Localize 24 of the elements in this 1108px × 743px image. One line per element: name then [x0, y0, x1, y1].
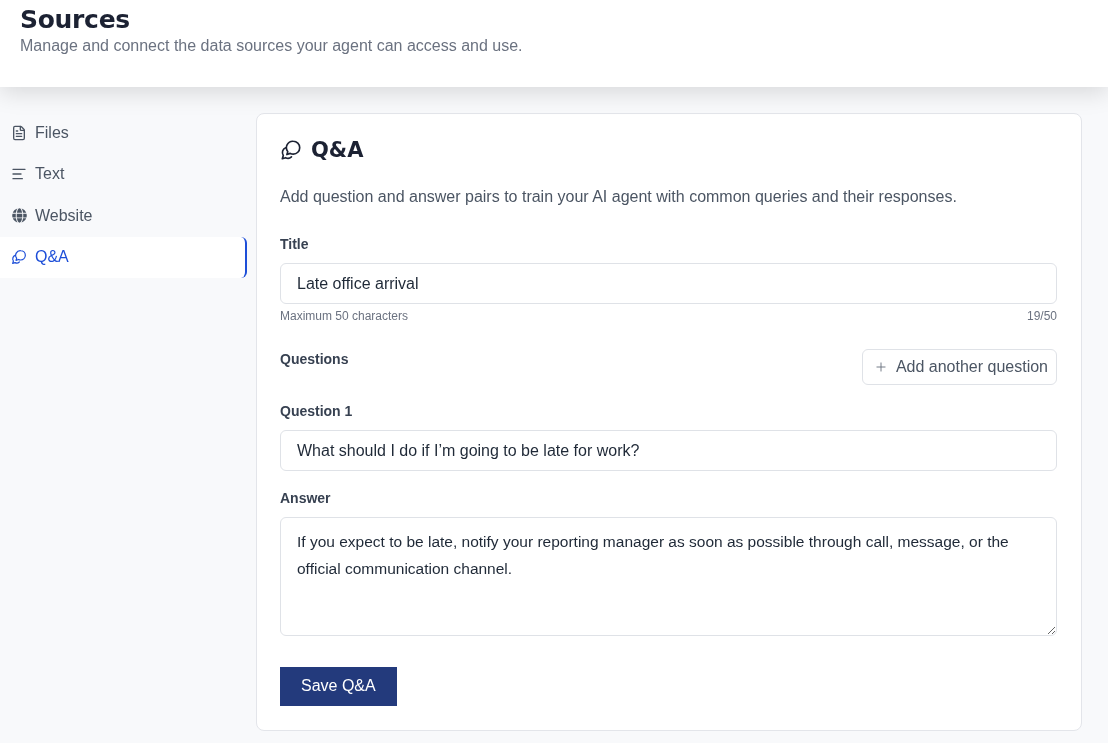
sidebar-item[interactable]: Files [0, 112, 247, 154]
page-subtitle: Manage and connect the data sources your agent can access and use. [20, 36, 523, 56]
sidebar-item[interactable]: Website [0, 195, 247, 237]
page-title: Sources [20, 5, 130, 35]
character-counter: 19/50 [1026, 308, 1057, 325]
save-button[interactable]: Save Q&A [280, 666, 397, 706]
add-question-button[interactable]: Add another question [861, 349, 1057, 386]
section-label: Questions [280, 350, 349, 370]
chat-bubbles-icon [11, 249, 27, 266]
field-hint: Maximum 50 characters [280, 308, 409, 325]
sidebar-item[interactable]: Text [0, 153, 247, 195]
field-label: Question 1 [280, 402, 353, 422]
panel-title: Q&A [311, 137, 364, 163]
answer-textarea[interactable]: If you expect to be late, notify your reporting manager as soon as possible through call, message, or the official communication channel. [280, 517, 1057, 636]
chat-bubbles-icon [280, 139, 302, 161]
sidebar-item[interactable]: Q&A [0, 236, 247, 278]
input-field[interactable]: What should I do if I’m going to be late for work? [280, 430, 1057, 472]
globe-icon [11, 208, 27, 224]
field-label: Answer [280, 489, 331, 509]
plus-icon [873, 360, 888, 375]
field-label: Title [280, 235, 309, 254]
document-icon [11, 124, 27, 141]
panel-description: Add question and answer pairs to train your AI agent with common queries and their responses. [280, 187, 957, 207]
input-field[interactable]: Late office arrival [280, 263, 1057, 305]
